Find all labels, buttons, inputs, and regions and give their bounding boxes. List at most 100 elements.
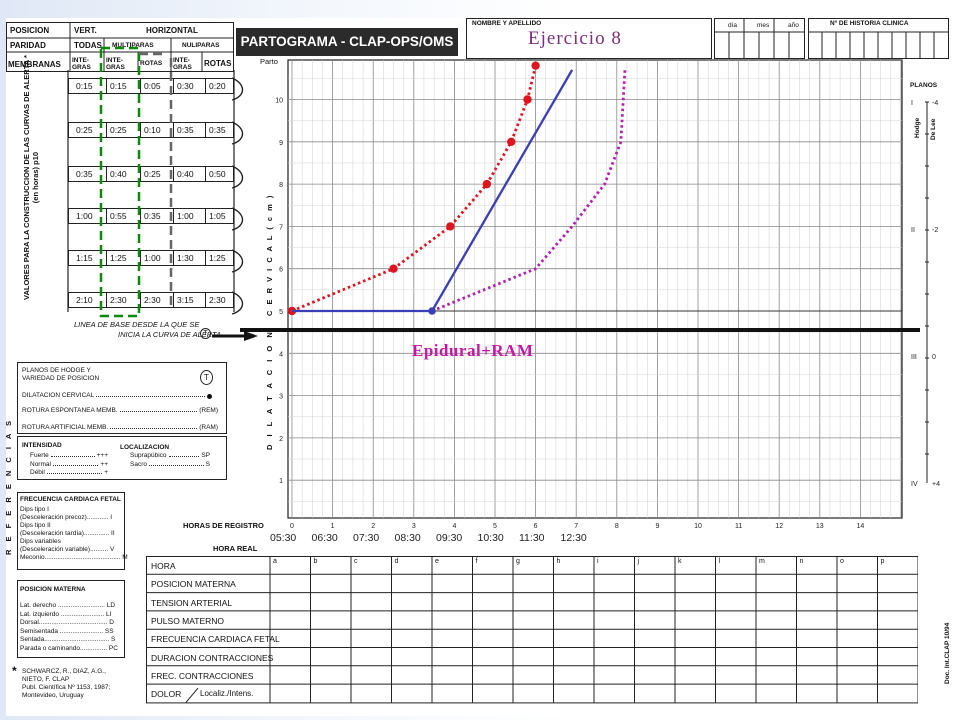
- bottom-row-label: FREC. CONTRACCIONES: [151, 670, 254, 681]
- y-tick-label: 6: [279, 267, 283, 274]
- alert-cell: 0:35: [209, 125, 226, 135]
- ref-s-row: Sacro S: [130, 461, 210, 468]
- alert-cell: 2:10: [76, 295, 93, 305]
- planos-hodge-label: IV: [911, 481, 918, 488]
- series-point: [531, 61, 540, 70]
- ref-planos: PLANOS DE HODGE Y VARIEDAD DE POSICION: [22, 367, 100, 382]
- bottom-col-letter: j: [637, 558, 640, 565]
- alert-side-title-text: VALORES PARA LA CONSTRUCCION DE LAS CURV…: [22, 55, 31, 300]
- dilatacion-axis-label: D I L A T A C I O N: [265, 329, 274, 450]
- y-tick-label: 5: [279, 309, 283, 316]
- ref-ram-row: ROTURA ARTIFICIAL MEMB. (RAM): [22, 424, 218, 431]
- bottom-row-label: HORA: [151, 561, 176, 571]
- ref-fuerte: Fuerte: [30, 452, 49, 459]
- parto-label: Parto: [260, 57, 278, 66]
- reference-line: Dips tipo I: [20, 506, 49, 513]
- alert-cell-divider: [205, 122, 206, 138]
- reference-line: Semisentada ........................ SS: [20, 627, 114, 635]
- cervical-axis-label: C E R V I C A L ( c m ): [265, 193, 274, 316]
- x-tick-label: 11: [735, 523, 742, 530]
- ref-normal: Normal: [30, 461, 51, 468]
- ref-posicion-lines: Lat. derecho .......................... …: [20, 602, 118, 653]
- ref-sacro: Sacro: [130, 461, 147, 468]
- ref-dilatacion: DILATACION CERVICAL: [22, 392, 95, 399]
- ref-posicion-title: POSICION MATERNA: [20, 586, 86, 593]
- reference-line: Dorsal..................................…: [20, 619, 114, 626]
- ref-ram: (RAM): [199, 424, 218, 431]
- x-tick-label: 6: [534, 523, 538, 530]
- bottom-frame: [146, 556, 918, 704]
- alert-cell-divider: [205, 166, 206, 182]
- x-tick-label: 12: [775, 523, 783, 530]
- bottom-col-letter: d: [394, 558, 399, 565]
- series-point: [482, 179, 492, 189]
- planos-hodge-label: II: [911, 227, 915, 234]
- planos-delee-label: +4: [932, 481, 940, 488]
- bottom-col-letter: l: [718, 558, 721, 565]
- planos-delee-label: 0: [932, 354, 936, 361]
- baseline-note-a: LINEA DE BASE DESDE LA QUE SE: [74, 320, 200, 329]
- ref-rotura-art: ROTURA ARTIFICIAL MEMB.: [22, 424, 109, 431]
- hora-real-label: HORA REAL: [213, 544, 258, 553]
- ref-sp-row: Suprapúbico SP: [130, 452, 210, 459]
- alert-cell: 0:25: [76, 125, 93, 135]
- bottom-col-letter: o: [840, 558, 844, 565]
- planos-title: PLANOS: [910, 82, 938, 89]
- bottom-col-letter: i: [597, 558, 599, 565]
- hodge-label: Hodge: [914, 117, 921, 138]
- bottom-col-letter: k: [678, 558, 682, 565]
- bottom-col-letter: g: [516, 558, 520, 565]
- highlight-dashes: [99, 46, 173, 318]
- ref-dilatacion-row: DILATACION CERVICAL: [22, 392, 212, 399]
- exercise-title: Ejercicio 8: [528, 28, 622, 49]
- x-tick-label: 9: [655, 523, 659, 530]
- ref-fuerte-sym: +++: [96, 452, 108, 459]
- bottom-row-label: PULSO MATERNO: [151, 615, 225, 626]
- series-point: [389, 264, 398, 273]
- real-hour-label: 11:30: [519, 532, 545, 544]
- y-tick-label: 9: [279, 140, 283, 147]
- header-vert: VERT.: [74, 26, 97, 35]
- reference-line: Sentada.................................…: [20, 636, 116, 643]
- reference-line: Montevideo, Uruguay: [22, 692, 84, 699]
- bottom-col-letter: c: [354, 558, 358, 565]
- x-tick-label: 0: [290, 523, 294, 530]
- bottom-col-letter: a: [273, 558, 277, 565]
- real-hour-label: 09:30: [436, 532, 463, 544]
- bottom-row-label: DURACION CONTRACCIONES: [151, 652, 274, 663]
- bottom-col-letter: p: [880, 558, 885, 565]
- reference-line: SCHWARCZ, R., DIAZ, A.G.,: [22, 668, 106, 675]
- header-integras-1: INTE-GRAS: [72, 57, 91, 71]
- reference-line: Lat. derecho .......................... …: [20, 602, 116, 609]
- ref-rem: (REM): [199, 407, 218, 414]
- bottom-col-letter: e: [435, 558, 439, 565]
- bottom-col-letter: h: [556, 558, 561, 565]
- planos-delee-label: -4: [932, 100, 938, 107]
- reference-line: (Desceleración precoz)............ I: [20, 514, 113, 521]
- epidural-curve: [431, 69, 627, 313]
- bottom-row-label: TENSION ARTERIAL: [151, 597, 233, 608]
- header-horizontal: HORIZONTAL: [146, 26, 198, 35]
- alert-curve: [292, 69, 574, 313]
- alert-side-title: VALORES PARA LA CONSTRUCCION DE LAS CURV…: [22, 55, 40, 300]
- nombre-label: NOMBRE Y APELLIDO: [472, 20, 542, 27]
- historia-label: Nº DE HISTORIA CLINICA: [830, 20, 909, 27]
- reference-line: Dips variables: [20, 538, 61, 545]
- bottom-col-letter: b: [313, 558, 318, 565]
- ref-fcf-lines: Dips tipo I (Desceleración precoz).......…: [20, 506, 128, 562]
- y-tick-label: 8: [279, 182, 283, 189]
- y-tick-label: 3: [279, 394, 283, 401]
- reference-line: Dips tipo II: [20, 522, 51, 529]
- real-hour-label: 06:30: [311, 532, 338, 544]
- x-tick-label: 8: [615, 523, 619, 530]
- ref-planos-icon: T: [200, 370, 213, 385]
- reference-line: Parada o caminando............... PC: [20, 644, 118, 652]
- ref-fuerte-row: Fuerte +++: [30, 452, 108, 459]
- planos-delee-label: -2: [932, 227, 938, 234]
- y-tick-label: 2: [279, 436, 283, 443]
- ref-s: S: [205, 461, 210, 468]
- x-tick-label: 13: [816, 523, 824, 530]
- alert-side-subtitle: (en horas) p10: [31, 151, 40, 204]
- alert-cell: 0:35: [76, 169, 93, 179]
- x-tick-label: 4: [452, 523, 456, 530]
